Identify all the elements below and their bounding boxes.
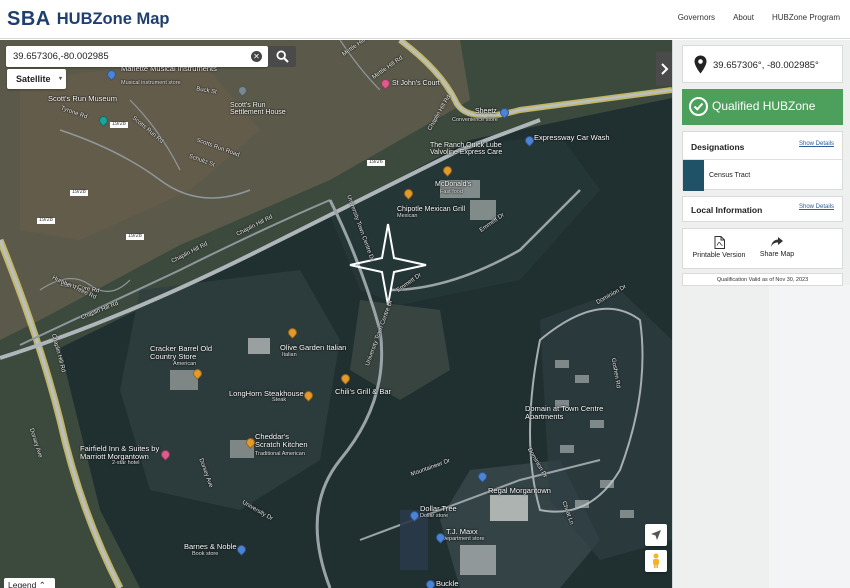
route-shield: 19/28: [70, 189, 88, 196]
clear-search-icon[interactable]: ✕: [251, 51, 262, 62]
divider: [683, 159, 842, 160]
designations-heading: Designations: [691, 142, 745, 152]
place-label[interactable]: Regal Morgantown: [488, 487, 551, 495]
place-sublabel: Mexican: [397, 213, 418, 219]
location-pin-icon: [694, 55, 707, 74]
qualification-validity: Qualification Valid as of Nov 30, 2023: [682, 273, 843, 286]
legend-toggle[interactable]: Legend ⌃: [4, 578, 55, 588]
route-shield: 19/28: [126, 233, 144, 240]
chevron-up-icon: ⌃: [38, 580, 46, 588]
place-sublabel: Book store: [192, 551, 219, 557]
place-label[interactable]: T.J. Maxx: [446, 528, 478, 536]
place-label[interactable]: Scott's Run Museum: [48, 95, 117, 103]
place-sublabel: Dollar store: [420, 513, 449, 519]
place-sublabel: Convenience store: [452, 117, 498, 123]
sba-logo[interactable]: SBA HUBZone Map: [7, 7, 169, 31]
place-label[interactable]: St John's Court: [392, 80, 440, 87]
printable-version-label: Printable Version: [692, 252, 746, 259]
local-information-card: Local Information Show Details: [682, 196, 843, 222]
designations-card: Designations Show Details Census Tract: [682, 131, 843, 191]
place-sublabel: Fast food: [440, 189, 463, 195]
route-shield: 19/28: [37, 217, 55, 224]
place-label[interactable]: Scott's Run Settlement House: [230, 102, 294, 117]
collapse-sidebar-button[interactable]: [656, 52, 672, 86]
share-map-label: Share Map: [759, 251, 795, 258]
actions-card: Printable Version Share Map: [682, 228, 843, 269]
route-shield: 19/26: [367, 159, 385, 166]
place-label[interactable]: Barnes & Noble: [184, 543, 237, 551]
census-tract-swatch: [683, 160, 704, 191]
satellite-map[interactable]: Manette Musical Instruments Musical inst…: [0, 40, 672, 588]
place-label[interactable]: Cracker Barrel Old Country Store: [150, 345, 220, 361]
check-circle-icon: [689, 97, 708, 116]
top-header: SBA HUBZone Map Governors About HUBZone …: [0, 0, 850, 39]
place-sublabel: American: [173, 361, 197, 367]
place-label[interactable]: Olive Garden Italian: [280, 344, 346, 352]
place-label[interactable]: Domain at Town Centre Apartments: [525, 405, 605, 421]
place-label[interactable]: Expressway Car Wash: [534, 134, 610, 142]
info-sidebar: 39.657306°, -80.002985° Qualified HUBZon…: [672, 40, 850, 588]
place-label[interactable]: Chili's Grill & Bar: [335, 388, 391, 396]
place-label[interactable]: The Ranch Quick Lube Valvoline Express C…: [430, 142, 510, 157]
sba-logo-mark: SBA: [7, 8, 51, 31]
search-icon: [275, 50, 289, 63]
place-label[interactable]: Cheddar's Scratch Kitchen: [255, 433, 315, 449]
place-sublabel: Italian: [282, 352, 297, 358]
nav-hubzone-program[interactable]: HUBZone Program: [772, 13, 840, 22]
search-input[interactable]: [6, 46, 236, 67]
search-button[interactable]: [268, 46, 296, 67]
place-sublabel: Steak: [272, 397, 287, 403]
place-label[interactable]: LongHorn Steakhouse: [229, 390, 304, 398]
header-nav: Governors About HUBZone Program: [660, 13, 840, 22]
place-label[interactable]: Sheetz: [475, 108, 497, 115]
place-sublabel: Musical instrument store: [121, 80, 181, 86]
designations-show-details-link[interactable]: Show Details: [799, 141, 834, 147]
place-label[interactable]: McDonald's: [435, 181, 471, 188]
printable-version-button[interactable]: Printable Version: [689, 236, 749, 259]
navigation-arrow-icon: [651, 530, 661, 540]
local-show-details-link[interactable]: Show Details: [799, 204, 834, 210]
place-sublabel: 2-star hotel: [112, 460, 140, 466]
nav-about[interactable]: About: [733, 13, 754, 22]
map-type-value: Satellite: [16, 74, 51, 84]
share-arrow-icon: [771, 237, 783, 247]
pegman-icon: [653, 553, 659, 568]
place-sublabel: Department store: [442, 536, 485, 542]
share-map-button[interactable]: Share Map: [752, 236, 802, 258]
place-label[interactable]: Dollar Tree: [420, 505, 457, 513]
status-label: Qualified HUBZone: [712, 99, 816, 113]
route-shield: 19/28: [110, 121, 128, 128]
local-information-heading: Local Information: [691, 205, 763, 215]
qualified-status-banner: Qualified HUBZone: [682, 89, 843, 125]
place-label[interactable]: Fairfield Inn & Suites by Marriott Morga…: [80, 445, 162, 461]
nav-governors[interactable]: Governors: [678, 13, 715, 22]
legend-label: Legend: [8, 580, 37, 588]
chevron-right-icon: [660, 63, 668, 75]
caret-down-icon: ▾: [58, 76, 62, 82]
coordinates-value: 39.657306°, -80.002985°: [713, 60, 819, 71]
pdf-document-icon: [714, 236, 725, 249]
coordinates-card: 39.657306°, -80.002985°: [682, 45, 843, 83]
map-type-select[interactable]: Satellite ▾: [7, 69, 66, 89]
street-view-pegman[interactable]: [645, 550, 667, 572]
app-title: HUBZone Map: [56, 9, 170, 28]
designation-item-label: Census Tract: [709, 172, 751, 179]
my-location-button[interactable]: [645, 524, 667, 546]
place-sublabel: Traditional American: [255, 451, 305, 457]
place-label[interactable]: Buckle: [436, 580, 459, 588]
sba-logo-text: SBA: [7, 7, 51, 30]
location-search: ✕: [6, 46, 268, 67]
sidebar-map-strip: [769, 285, 850, 588]
